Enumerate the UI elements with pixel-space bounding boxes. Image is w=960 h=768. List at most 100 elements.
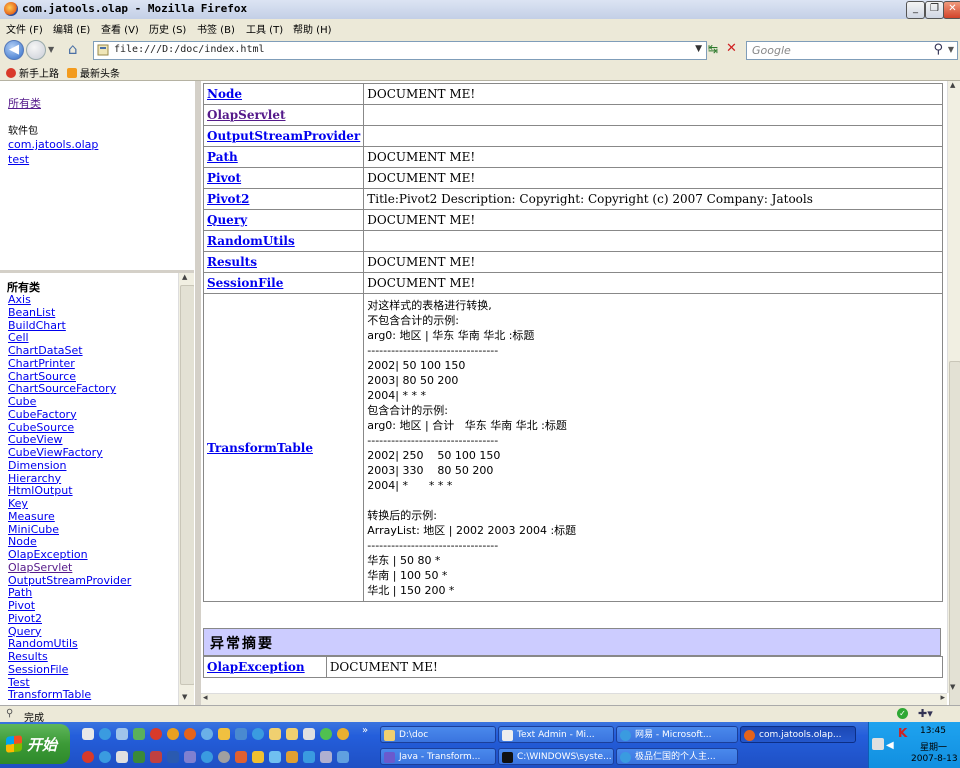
search-icon[interactable]: ⚲ (933, 42, 943, 57)
scroll-left-icon[interactable]: ◂ (203, 693, 208, 703)
class-link[interactable]: OutputStreamProvider (207, 129, 360, 143)
class-link[interactable]: TransformTable (8, 688, 91, 701)
taskbar-button[interactable]: 极品仁国的个人主... (616, 748, 738, 765)
quicklaunch-app-icon[interactable] (337, 728, 349, 740)
class-link[interactable]: BuildChart (8, 319, 66, 332)
taskbar-button[interactable]: Text Admin - Mi... (498, 726, 614, 743)
home-icon[interactable]: ⌂ (68, 40, 78, 58)
class-link[interactable]: ChartSourceFactory (8, 382, 116, 395)
menu-view[interactable]: 查看 (V) (101, 21, 139, 36)
powerpoint-icon[interactable] (150, 751, 162, 763)
class-link[interactable]: OlapServlet (207, 108, 286, 122)
ie-icon[interactable] (99, 728, 111, 740)
menu-edit[interactable]: 编辑 (E) (53, 21, 90, 36)
exception-link[interactable]: OlapException (207, 660, 305, 674)
quicklaunch-app-icon[interactable] (99, 751, 111, 763)
scrollbar-thumb[interactable] (949, 361, 960, 723)
scroll-up-icon[interactable]: ▲ (182, 273, 187, 281)
tray-app-icon[interactable] (872, 738, 884, 750)
back-button[interactable]: ◀ (4, 40, 24, 60)
quicklaunch-app-icon[interactable] (167, 728, 179, 740)
minimize-button[interactable]: _ (906, 1, 925, 19)
class-link[interactable]: ChartSource (8, 370, 76, 383)
quicklaunch-app-icon[interactable] (218, 751, 230, 763)
class-link[interactable]: Cell (8, 331, 29, 344)
quicklaunch-app-icon[interactable] (150, 728, 162, 740)
class-link[interactable]: Path (207, 150, 238, 164)
menu-history[interactable]: 历史 (S) (149, 21, 186, 36)
taskbar-button[interactable]: D:\doc (380, 726, 496, 743)
class-link[interactable]: ChartPrinter (8, 357, 75, 370)
scroll-right-icon[interactable]: ▸ (940, 693, 945, 703)
class-list-scrollbar[interactable]: ▲ ▼ (178, 273, 195, 705)
quicklaunch-app-icon[interactable] (133, 728, 145, 740)
main-vertical-scrollbar[interactable]: ▲ ▼ (947, 81, 960, 723)
class-link[interactable]: SessionFile (8, 663, 68, 676)
menu-bookmarks[interactable]: 书签 (B) (197, 21, 235, 36)
class-link[interactable]: MiniCube (8, 523, 59, 536)
class-link[interactable]: OlapException (8, 548, 88, 561)
quicklaunch-app-icon[interactable] (235, 751, 247, 763)
menu-file[interactable]: 文件 (F) (6, 21, 43, 36)
stop-icon[interactable]: ✕ (726, 41, 737, 56)
class-link[interactable]: HtmlOutput (8, 484, 73, 497)
class-link[interactable]: Hierarchy (8, 472, 61, 485)
quicklaunch-app-icon[interactable] (320, 728, 332, 740)
package-link[interactable]: com.jatools.olap (8, 138, 98, 151)
quicklaunch-app-icon[interactable] (218, 728, 230, 740)
class-link[interactable]: Test (8, 676, 30, 689)
class-link[interactable]: ChartDataSet (8, 344, 83, 357)
history-dropdown-icon[interactable]: ▼ (48, 45, 54, 54)
tray-collapse-icon[interactable]: ◀ (886, 740, 894, 751)
search-bar[interactable]: Google ⚲ ▼ (746, 41, 958, 60)
excel-icon[interactable] (133, 751, 145, 763)
word-icon[interactable] (167, 751, 179, 763)
class-link[interactable]: RandomUtils (207, 234, 295, 248)
url-dropdown-icon[interactable]: ▼ (695, 44, 702, 54)
more-icon[interactable]: » (362, 725, 368, 736)
class-link[interactable]: Pivot2 (207, 192, 249, 206)
class-link[interactable]: Measure (8, 510, 55, 523)
class-link[interactable]: OutputStreamProvider (8, 574, 131, 587)
class-link[interactable]: Node (8, 535, 37, 548)
search-engine-dropdown-icon[interactable]: ▼ (948, 45, 954, 54)
class-link[interactable]: Pivot (207, 171, 241, 185)
quicklaunch-app-icon[interactable] (252, 751, 264, 763)
scroll-down-icon[interactable]: ▼ (950, 683, 955, 691)
class-link[interactable]: OlapServlet (8, 561, 72, 574)
quicklaunch-app-icon[interactable] (269, 751, 281, 763)
class-link[interactable]: SessionFile (207, 276, 283, 290)
quicklaunch-app-icon[interactable] (116, 728, 128, 740)
menu-tools[interactable]: 工具 (T) (246, 21, 283, 36)
addon-icon[interactable]: ✚▾ (918, 707, 933, 720)
scroll-up-icon[interactable]: ▲ (950, 81, 955, 89)
class-link[interactable]: BeanList (8, 306, 55, 319)
quicklaunch-app-icon[interactable] (252, 728, 264, 740)
quicklaunch-app-icon[interactable] (303, 728, 315, 740)
search-input[interactable]: Google (752, 44, 791, 57)
quicklaunch-app-icon[interactable] (337, 751, 349, 763)
taskbar-button[interactable]: Java - Transform... (380, 748, 496, 765)
class-link[interactable]: Key (8, 497, 28, 510)
firefox-icon[interactable] (184, 728, 196, 740)
class-link[interactable]: RandomUtils (8, 637, 78, 650)
show-desktop-icon[interactable] (82, 728, 94, 740)
class-link[interactable]: Results (8, 650, 48, 663)
class-link[interactable]: Pivot2 (8, 612, 42, 625)
package-link[interactable]: test (8, 153, 29, 166)
quicklaunch-app-icon[interactable] (201, 728, 213, 740)
quicklaunch-app-icon[interactable] (286, 751, 298, 763)
class-link[interactable]: Query (207, 213, 247, 227)
folder-icon[interactable] (286, 728, 298, 740)
quicklaunch-app-icon[interactable] (82, 751, 94, 763)
class-link[interactable]: Results (207, 255, 257, 269)
taskbar-button[interactable]: C:\WINDOWS\syste... (498, 748, 614, 765)
antivirus-tray-icon[interactable]: K (898, 726, 907, 740)
class-link[interactable]: CubeView (8, 433, 63, 446)
bookmark-latest-headlines[interactable]: 最新头条 (67, 65, 120, 80)
url-bar[interactable]: file:///D:/doc/index.html ▼ (93, 41, 707, 60)
scrollbar-thumb[interactable] (180, 285, 195, 685)
menu-help[interactable]: 帮助 (H) (293, 21, 332, 36)
class-link[interactable]: CubeViewFactory (8, 446, 103, 459)
forward-button[interactable] (26, 40, 46, 60)
